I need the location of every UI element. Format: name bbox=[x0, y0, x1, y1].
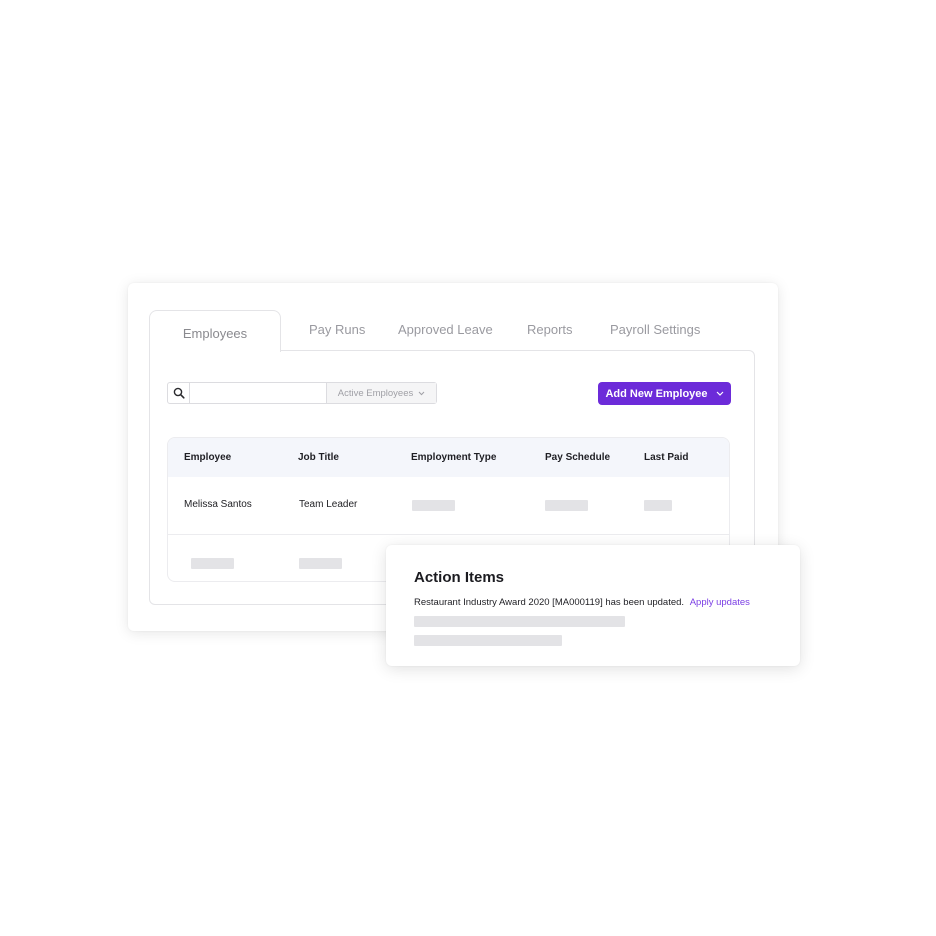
apply-updates-link[interactable]: Apply updates bbox=[690, 597, 750, 608]
search-icon[interactable] bbox=[168, 383, 190, 403]
action-item-message: Restaurant Industry Award 2020 [MA000119… bbox=[414, 597, 750, 608]
table-header: Employee Job Title Employment Type Pay S… bbox=[168, 438, 729, 477]
column-header-last-paid[interactable]: Last Paid bbox=[644, 452, 688, 463]
action-item-placeholder bbox=[414, 635, 562, 646]
search-bar: Active Employees bbox=[167, 382, 437, 404]
chevron-down-icon bbox=[418, 391, 425, 395]
tab-payroll-settings-label: Payroll Settings bbox=[610, 322, 701, 337]
filter-label: Active Employees bbox=[337, 387, 414, 399]
search-input[interactable] bbox=[190, 383, 326, 403]
tab-approved-leave-label: Approved Leave bbox=[398, 322, 493, 337]
action-items-title: Action Items bbox=[414, 569, 505, 586]
cell-employee-placeholder bbox=[191, 558, 234, 569]
add-new-employee-label: Add New Employee bbox=[605, 387, 708, 400]
action-items-card: Action Items Restaurant Industry Award 2… bbox=[386, 545, 800, 666]
tab-pay-runs-label: Pay Runs bbox=[309, 322, 366, 337]
tab-reports[interactable]: Reports bbox=[527, 322, 573, 337]
chevron-down-icon bbox=[716, 391, 723, 396]
column-header-employee[interactable]: Employee bbox=[184, 452, 231, 463]
tab-reports-label: Reports bbox=[527, 322, 573, 337]
employee-filter-select[interactable]: Active Employees bbox=[326, 383, 436, 403]
cell-employee-name[interactable]: Melissa Santos bbox=[184, 499, 252, 510]
search-icon-glyph bbox=[173, 387, 185, 399]
tab-payroll-settings[interactable]: Payroll Settings bbox=[610, 322, 700, 337]
column-header-employment-type[interactable]: Employment Type bbox=[411, 452, 496, 463]
action-item-placeholder bbox=[414, 616, 625, 627]
column-header-pay-schedule[interactable]: Pay Schedule bbox=[545, 452, 610, 463]
column-header-job-title[interactable]: Job Title bbox=[298, 452, 339, 463]
row-divider bbox=[168, 534, 729, 535]
tab-employees[interactable]: Employees bbox=[149, 310, 281, 352]
action-item-text: Restaurant Industry Award 2020 [MA000119… bbox=[414, 597, 685, 608]
tab-employees-label: Employees bbox=[182, 325, 248, 341]
cell-employment-type-placeholder bbox=[412, 500, 455, 511]
cell-pay-schedule-placeholder bbox=[545, 500, 588, 511]
cell-job-title: Team Leader bbox=[299, 499, 358, 510]
tab-approved-leave[interactable]: Approved Leave bbox=[398, 322, 493, 337]
add-new-employee-button[interactable]: Add New Employee bbox=[598, 382, 731, 405]
tab-pay-runs[interactable]: Pay Runs bbox=[309, 322, 365, 337]
cell-last-paid-placeholder bbox=[644, 500, 672, 511]
cell-job-title-placeholder bbox=[299, 558, 342, 569]
stage: Employees Pay Runs Approved Leave Report… bbox=[0, 0, 936, 936]
